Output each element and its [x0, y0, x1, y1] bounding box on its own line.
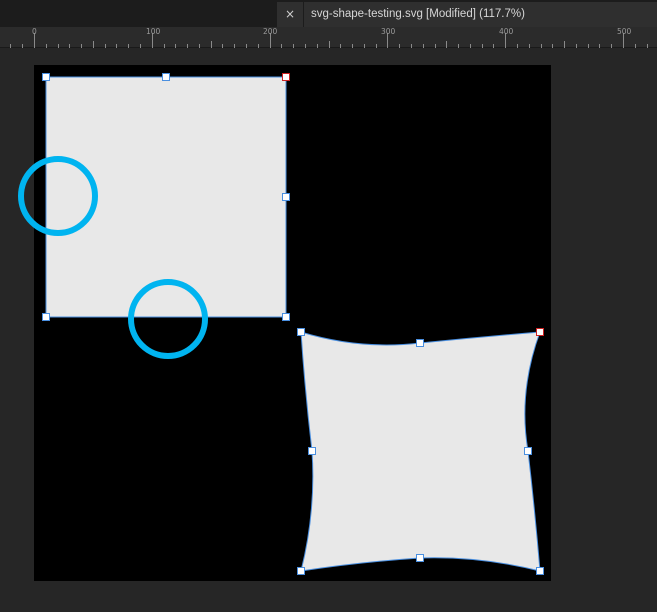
quad-handle-bottom-left[interactable]: [297, 567, 305, 575]
square-handle-bottom-right[interactable]: [282, 313, 290, 321]
canvas-overlay: [18, 73, 544, 575]
square-handle-top-right[interactable]: [282, 73, 290, 81]
quad-handle-middle-right[interactable]: [524, 447, 532, 455]
quad-handle-top-middle[interactable]: [416, 339, 424, 347]
square-handle-top-middle[interactable]: [162, 73, 170, 81]
pinched-quad-shape[interactable]: [300, 331, 541, 572]
quad-handle-top-right[interactable]: [536, 328, 544, 336]
quad-handle-top-left[interactable]: [297, 328, 305, 336]
quad-handle-bottom-right[interactable]: [536, 567, 544, 575]
quad-handle-bottom-middle[interactable]: [416, 554, 424, 562]
square-handle-middle-right[interactable]: [282, 193, 290, 201]
app-window: × svg-shape-testing.svg [Modified] (117.…: [0, 0, 657, 612]
square-handle-bottom-left[interactable]: [42, 313, 50, 321]
quad-handle-middle-left[interactable]: [308, 447, 316, 455]
square-handle-top-left[interactable]: [42, 73, 50, 81]
